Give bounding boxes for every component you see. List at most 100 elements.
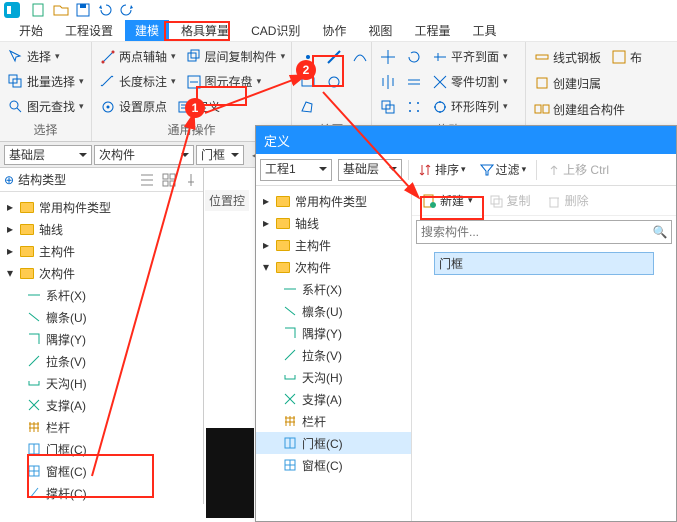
member-value: 次构件 [99, 148, 135, 162]
misc-btn1[interactable]: 布 [607, 47, 646, 68]
dlg-tree-sub[interactable]: ▾次构件 [256, 256, 411, 278]
tree-brace[interactable]: 支撑(A) [0, 394, 203, 416]
dlg-filter-btn[interactable]: 过滤▾ [476, 159, 531, 180]
tree-sub[interactable]: ▾次构件 [0, 262, 203, 284]
dlg-tree-rail[interactable]: 栏杆 [256, 410, 411, 432]
save-icon[interactable] [75, 2, 91, 18]
trim-tool[interactable] [402, 72, 426, 92]
rail-icon [27, 420, 41, 434]
grid-view-icon[interactable] [161, 172, 177, 188]
new-comb-btn[interactable]: 创建组合构件 [530, 99, 629, 120]
tree-common[interactable]: ▸常用构件类型 [0, 196, 203, 218]
purlin-icon [283, 304, 297, 318]
menu-start[interactable]: 开始 [9, 20, 53, 41]
new-home-btn[interactable]: 创建归属 [530, 73, 605, 94]
menu-view[interactable]: 视图 [358, 20, 402, 41]
structure-tree: ▸常用构件类型 ▸轴线 ▸主构件 ▾次构件 系杆(X) 檩条(U) 隅撑(Y) … [0, 192, 203, 504]
define-btn[interactable]: 定义 [173, 96, 224, 117]
array-tool[interactable] [402, 97, 426, 117]
dlg-tree-main[interactable]: ▸主构件 [256, 234, 411, 256]
menu-collab[interactable]: 协作 [312, 20, 356, 41]
tree-gutter[interactable]: 天沟(H) [0, 372, 203, 394]
rect-tool[interactable] [296, 72, 320, 92]
tree-axis[interactable]: ▸轴线 [0, 218, 203, 240]
poly-tool[interactable] [296, 97, 320, 117]
door-icon [27, 442, 41, 456]
set-origin-btn[interactable]: 设置原点 [96, 96, 171, 117]
component-select[interactable]: 门框 [196, 145, 244, 165]
menu-cad[interactable]: CAD识别 [241, 20, 310, 41]
tree-main[interactable]: ▸主构件 [0, 240, 203, 262]
dlg-tree-xigan[interactable]: 系杆(X) [256, 278, 411, 300]
dlg-project-value: 工程1 [265, 162, 296, 176]
dlg-new-btn[interactable]: 新建▾ [418, 190, 477, 211]
dlg-tree-rod[interactable]: 拉条(V) [256, 344, 411, 366]
comb-icon [534, 101, 550, 117]
rotate-tool[interactable] [402, 47, 426, 67]
search-icon[interactable]: 🔍 [649, 225, 671, 239]
dlg-tree-axis[interactable]: ▸轴线 [256, 212, 411, 234]
ring-array-btn[interactable]: 环形阵列▾ [428, 96, 512, 117]
redo-icon[interactable] [119, 2, 135, 18]
dlg-tree-doorframe[interactable]: 门框(C) [256, 432, 411, 454]
menu-tool[interactable]: 工具 [462, 20, 506, 41]
list-view-icon[interactable] [139, 172, 155, 188]
member-select[interactable]: 次构件 [94, 145, 194, 165]
dlg-tree-corner[interactable]: 隅撑(Y) [256, 322, 411, 344]
tree-rod[interactable]: 拉条(V) [0, 350, 203, 372]
dlg-tree-purlin[interactable]: 檩条(U) [256, 300, 411, 322]
tree-doorframe[interactable]: 门框(C) [0, 438, 203, 460]
origin-label: 设置原点 [119, 98, 167, 115]
offset-tool[interactable] [376, 97, 400, 117]
twopt-axis-btn[interactable]: 两点辅轴▾ [96, 46, 180, 67]
point-tool[interactable] [296, 47, 320, 67]
elem-find-btn[interactable]: 图元查找▾ [4, 96, 88, 117]
menu-project-settings[interactable]: 工程设置 [55, 20, 123, 41]
dlg-tree-brace[interactable]: 支撑(A) [256, 388, 411, 410]
floor-select[interactable]: 基础层 [4, 145, 92, 165]
length-dim-btn[interactable]: 长度标注▾ [96, 71, 180, 92]
line-steel-btn[interactable]: 线式钢板 [530, 47, 605, 68]
align-face-btn[interactable]: 平齐到面▾ [428, 46, 512, 67]
undo-icon[interactable] [97, 2, 113, 18]
open-icon[interactable] [53, 2, 69, 18]
tree-doorframe-label: 门框(C) [46, 441, 87, 458]
dlg-project-select[interactable]: 工程1 [260, 159, 332, 181]
pin-icon[interactable] [183, 172, 199, 188]
rod-icon [283, 348, 297, 362]
dlg-search-input[interactable] [417, 225, 649, 239]
tree-purlin[interactable]: 檩条(U) [0, 306, 203, 328]
dlg-result-item[interactable]: 门框 [434, 252, 654, 275]
tree-xigan[interactable]: 系杆(X) [0, 284, 203, 306]
batch-select-btn[interactable]: 批量选择▾ [4, 71, 88, 92]
line-tool[interactable] [322, 47, 346, 67]
circle-tool[interactable] [322, 72, 346, 92]
dlg-tree-gutter[interactable]: 天沟(H) [256, 366, 411, 388]
layer-copy-btn[interactable]: 层间复制构件▾ [182, 46, 290, 67]
dlg-moveup-btn[interactable]: 上移 Ctrl [543, 159, 613, 180]
expand-all-icon[interactable]: ⊕ [4, 173, 14, 187]
select-btn[interactable]: 选择▾ [4, 46, 64, 67]
dlg-filter-label: 过滤 [496, 161, 520, 178]
move-tool[interactable] [376, 47, 400, 67]
new-comb-label: 创建组合构件 [553, 101, 625, 118]
tree-strut[interactable]: 撑杆(C) [0, 482, 203, 504]
steel-icon [534, 49, 550, 65]
part-cut-btn[interactable]: 零件切割▾ [428, 71, 512, 92]
tie-icon [27, 288, 41, 302]
dlg-floor-select[interactable]: 基础层 [338, 159, 402, 181]
dlg-tree-common[interactable]: ▸常用构件类型 [256, 190, 411, 212]
tree-windowframe[interactable]: 窗框(C) [0, 460, 203, 482]
elem-store-btn[interactable]: 图元存盘▾ [182, 71, 266, 92]
menu-qty[interactable]: 格具算量 [171, 20, 239, 41]
align-label: 平齐到面 [451, 48, 499, 65]
dlg-sort-btn[interactable]: 排序▾ [415, 159, 470, 180]
tree-corner[interactable]: 隅撑(Y) [0, 328, 203, 350]
tree-rail[interactable]: 栏杆 [0, 416, 203, 438]
dlg-tree-windowframe[interactable]: 窗框(C) [256, 454, 411, 476]
new-icon[interactable] [31, 2, 47, 18]
arc-tool[interactable] [348, 47, 372, 67]
menu-gcl[interactable]: 工程量 [404, 20, 460, 41]
mirror-tool[interactable] [376, 72, 400, 92]
menu-modeling[interactable]: 建模 [125, 20, 169, 41]
